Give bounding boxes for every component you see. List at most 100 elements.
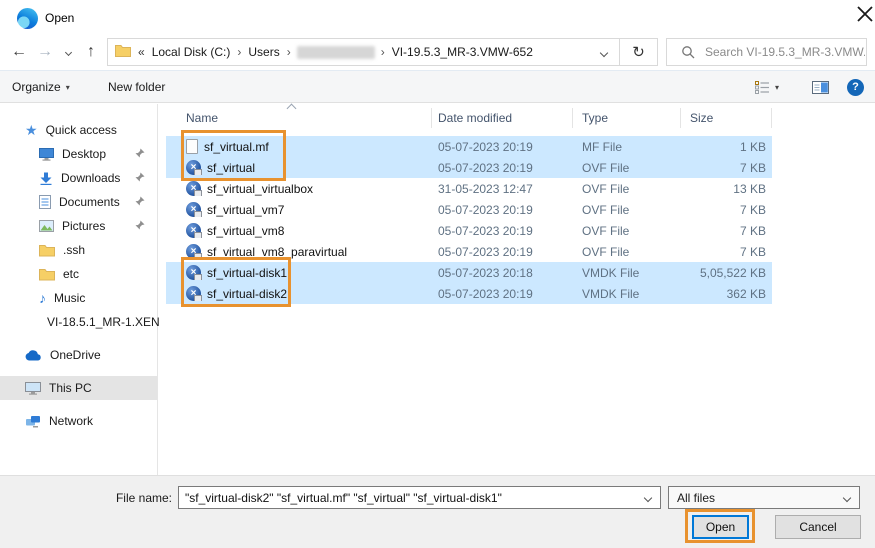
refresh-button[interactable]: ↻ [620,38,658,66]
file-type: OVF File [573,245,681,259]
file-row[interactable]: ×sf_virtual_vm8 05-07-2023 20:19 OVF Fil… [166,220,772,241]
sidebar-item-quick-access[interactable]: ★ Quick access [0,118,157,142]
ovf-file-icon: × [186,244,201,259]
file-row[interactable]: ×sf_virtual_virtualbox 31-05-2023 12:47 … [166,178,772,199]
file-size: 7 KB [681,161,772,175]
network-icon [25,415,41,428]
new-folder-button[interactable]: New folder [108,71,165,103]
forward-button[interactable]: → [34,38,56,66]
breadcrumb-users[interactable]: Users [241,45,286,59]
address-dropdown-icon[interactable] [601,45,607,59]
file-row[interactable]: ×sf_virtual-disk2 05-07-2023 20:19 VMDK … [166,283,772,304]
sidebar-item-downloads[interactable]: Downloads [0,166,157,190]
sidebar-item-ssh[interactable]: .ssh [0,238,157,262]
breadcrumb-current-folder[interactable]: VI-19.5.3_MR-3.VMW-652 [385,45,540,59]
sidebar-item-label: etc [63,267,79,281]
quick-access-star-icon: ★ [25,123,38,137]
cancel-button[interactable]: Cancel [775,515,861,539]
file-date: 05-07-2023 20:19 [432,224,573,238]
column-header-size[interactable]: Size [681,108,772,128]
file-list-pane: Name Date modified Type Size sf_virtual.… [159,104,875,475]
search-box[interactable] [666,38,867,66]
title-bar: Open [0,0,875,36]
close-icon[interactable] [855,4,875,24]
help-button[interactable]: ? [847,71,864,103]
sidebar-item-music[interactable]: ♪ Music [0,286,157,310]
chevron-down-icon: ▾ [775,83,779,92]
column-header-name[interactable]: Name [166,108,432,128]
file-date: 05-07-2023 20:19 [432,140,573,154]
address-bar[interactable]: « Local Disk (C:) › Users › › VI-19.5.3_… [107,38,620,66]
pin-icon [135,171,145,185]
breadcrumb-prefix: « [138,45,145,59]
chevron-down-icon[interactable] [644,493,652,501]
sidebar-item-desktop[interactable]: Desktop [0,142,157,166]
file-date: 05-07-2023 20:19 [432,161,573,175]
file-name-input[interactable] [185,491,645,505]
file-row[interactable]: × sf_virtual_vm8_paravirtual 05-07-2023 2… [166,241,772,262]
views-button[interactable]: ▾ [755,71,779,103]
file-row[interactable]: ×sf_virtual-disk1 05-07-2023 20:18 VMDK … [166,262,772,283]
onedrive-cloud-icon [25,350,42,361]
sidebar-item-label: VI-18.5.1_MR-1.XEN [47,315,160,329]
new-folder-label: New folder [108,80,165,94]
file-date: 05-07-2023 20:19 [432,203,573,217]
file-size: 5,05,522 KB [681,266,772,280]
sidebar-item-etc[interactable]: etc [0,262,157,286]
file-type-dropdown[interactable]: All files [668,486,860,509]
file-name: sf_virtual [207,161,255,175]
file-date: 05-07-2023 20:19 [432,245,573,259]
breadcrumb-redacted-username[interactable] [297,46,375,59]
file-type: OVF File [573,224,681,238]
column-header-type[interactable]: Type [573,108,681,128]
sidebar-item-vi-folder[interactable]: VI-18.5.1_MR-1.XEN [0,310,157,334]
pin-icon [135,195,145,209]
sidebar-item-documents[interactable]: Documents [0,190,157,214]
search-input[interactable] [705,45,865,59]
file-row[interactable]: sf_virtual.mf 05-07-2023 20:19 MF File 1… [166,136,772,157]
file-size: 7 KB [681,224,772,238]
sidebar-item-network[interactable]: Network [0,409,157,433]
preview-pane-button[interactable] [812,71,829,103]
navigation-bar: ← → ↑ « Local Disk (C:) › Users › › VI-1… [0,38,875,66]
sidebar-item-label: .ssh [63,243,85,257]
file-size: 7 KB [681,203,772,217]
file-type: MF File [573,140,681,154]
ovf-file-icon: × [186,223,201,238]
file-name-label: File name: [100,491,172,505]
history-dropdown-icon[interactable] [60,38,76,66]
ovf-file-icon: × [186,160,201,175]
file-type: VMDK File [573,287,681,301]
file-date: 31-05-2023 12:47 [432,182,573,196]
open-button[interactable]: Open [692,515,749,539]
column-header-date-modified[interactable]: Date modified [432,108,573,128]
sidebar-item-this-pc[interactable]: This PC [0,376,157,400]
sidebar-item-label: Music [54,291,85,305]
help-icon: ? [847,79,864,96]
breadcrumb-local-disk[interactable]: Local Disk (C:) [145,45,238,59]
file-name: sf_virtual.mf [204,140,269,154]
file-type: VMDK File [573,266,681,280]
file-type-value: All files [677,491,715,505]
dialog-footer: File name: All files Open Cancel [0,475,875,548]
sidebar-item-label: Network [49,414,93,428]
vmdk-file-icon: × [186,286,201,301]
up-button[interactable]: ↑ [80,38,102,66]
pin-icon [135,219,145,233]
breadcrumb-separator: › [287,45,291,59]
navigation-pane: ★ Quick access Desktop Downloads Documen… [0,104,158,475]
file-row[interactable]: ×sf_virtual 05-07-2023 20:19 OVF File 7 … [166,157,772,178]
documents-icon [39,195,51,209]
sidebar-item-pictures[interactable]: Pictures [0,214,157,238]
file-name: sf_virtual_vm8_paravirtual [207,245,347,259]
file-name-combobox[interactable] [178,486,661,509]
vmdk-file-icon: × [186,265,201,280]
sidebar-item-onedrive[interactable]: OneDrive [0,343,157,367]
pin-icon [135,147,145,161]
organize-button[interactable]: Organize ▾ [12,71,70,103]
file-row[interactable]: ×sf_virtual_vm7 05-07-2023 20:19 OVF Fil… [166,199,772,220]
back-button[interactable]: ← [8,38,30,66]
file-rows: sf_virtual.mf 05-07-2023 20:19 MF File 1… [166,136,772,304]
sidebar-item-label: Documents [59,195,120,209]
file-size: 13 KB [681,182,772,196]
